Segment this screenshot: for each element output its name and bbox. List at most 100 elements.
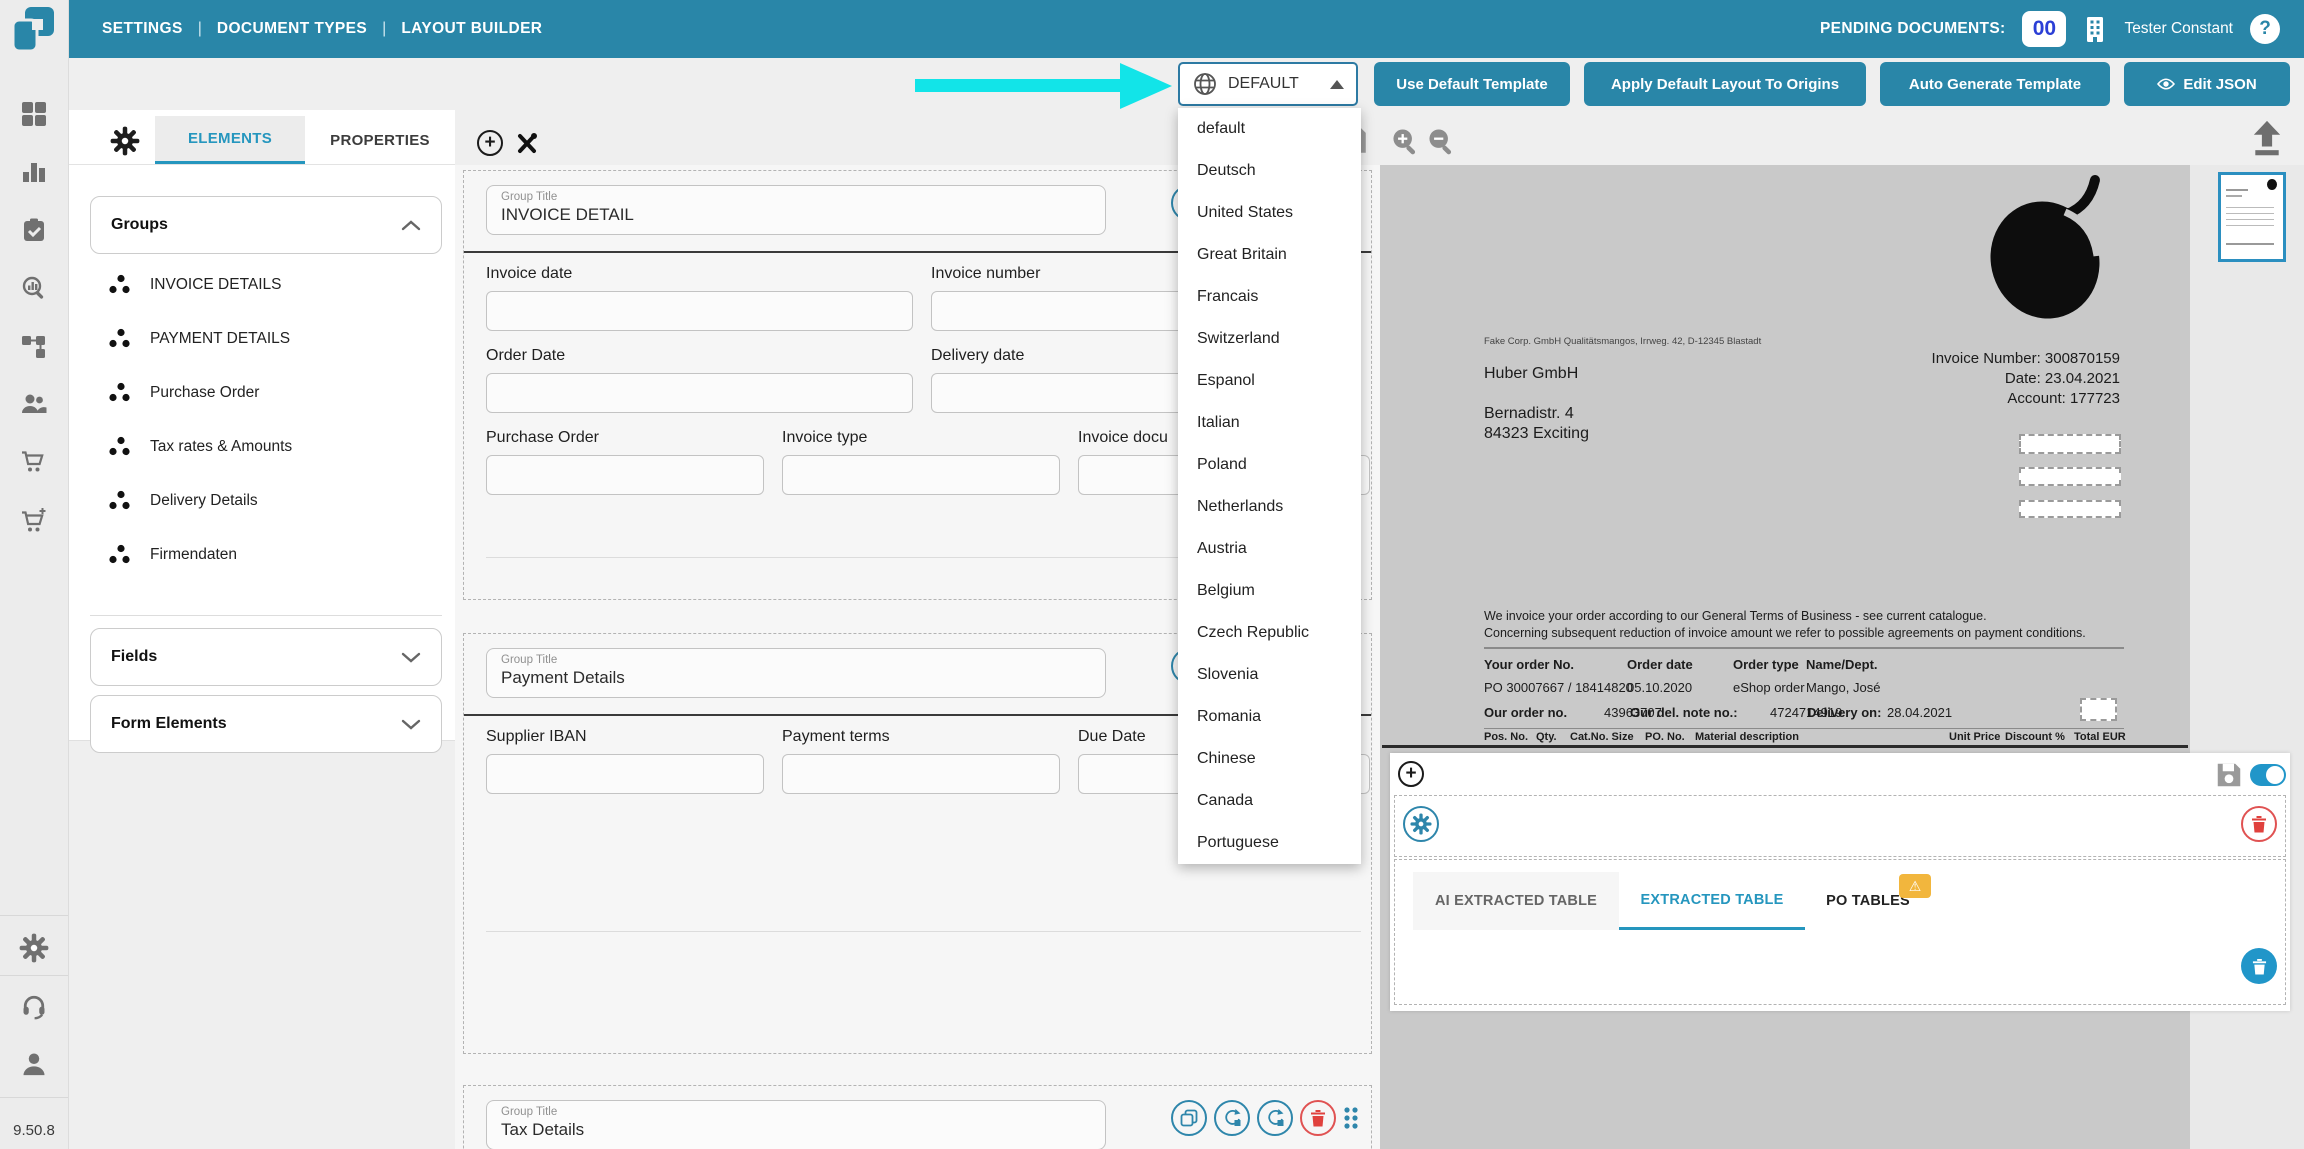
rail-item-support[interactable] — [0, 986, 68, 1026]
doc-order-value: eShop order — [1733, 680, 1805, 695]
user-name[interactable]: Tester Constant — [2124, 20, 2233, 38]
delete-table-button[interactable] — [2241, 806, 2277, 842]
pending-documents-count: 00 — [2022, 11, 2066, 47]
rail-item-settings[interactable] — [0, 928, 68, 968]
add-table-icon[interactable]: + — [1398, 761, 1424, 787]
building-icon[interactable] — [2083, 14, 2107, 44]
language-option-romania[interactable]: Romania — [1178, 696, 1361, 738]
zoom-in-icon[interactable] — [1390, 126, 1420, 156]
language-option-italian[interactable]: Italian — [1178, 402, 1361, 444]
rail-divider — [0, 915, 68, 916]
sync-group-button[interactable] — [1214, 1100, 1250, 1136]
zoom-out-icon[interactable] — [1426, 126, 1456, 156]
nav-item-settings[interactable]: SETTINGS — [102, 20, 183, 38]
users-icon — [20, 391, 48, 417]
language-selector[interactable]: DEFAULT — [1178, 62, 1358, 106]
group-item-payment-details[interactable]: PAYMENT DETAILS — [108, 312, 438, 366]
accordion-form-elements[interactable]: Form Elements — [90, 695, 442, 753]
header-right: PENDING DOCUMENTS: 00 Tester Constant ? — [1820, 11, 2280, 47]
table-enabled-toggle[interactable] — [2250, 764, 2286, 786]
app-logo[interactable] — [12, 7, 56, 58]
language-option-czech-republic[interactable]: Czech Republic — [1178, 612, 1361, 654]
add-group-icon[interactable]: + — [477, 130, 503, 156]
field-input[interactable] — [782, 455, 1060, 495]
field-input[interactable] — [486, 291, 913, 331]
group-title-input[interactable]: Group TitleINVOICE DETAIL — [486, 185, 1106, 235]
language-option-espanol[interactable]: Espanol — [1178, 360, 1361, 402]
table-tab-ai-extracted-table[interactable]: AI EXTRACTED TABLE — [1413, 872, 1619, 930]
language-option-chinese[interactable]: Chinese — [1178, 738, 1361, 780]
tab-elements[interactable]: ELEMENTS — [155, 116, 305, 164]
field-input[interactable] — [486, 754, 764, 794]
rail-item-bar-chart[interactable] — [0, 152, 68, 192]
language-option-deutsch[interactable]: Deutsch — [1178, 150, 1361, 192]
language-option-great-britain[interactable]: Great Britain — [1178, 234, 1361, 276]
action-button-auto-generate-template[interactable]: Auto Generate Template — [1880, 62, 2110, 106]
language-option-slovenia[interactable]: Slovenia — [1178, 654, 1361, 696]
upload-document-icon[interactable] — [2248, 118, 2286, 156]
table-settings-gear-button[interactable] — [1403, 806, 1439, 842]
rail-divider — [0, 1097, 68, 1098]
field-input[interactable] — [782, 754, 1060, 794]
gear-icon — [110, 126, 140, 156]
language-option-united-states[interactable]: United States — [1178, 192, 1361, 234]
rail-item-profile[interactable] — [0, 1044, 68, 1084]
delete-group-button[interactable] — [1300, 1100, 1336, 1136]
delete-rows-button[interactable] — [2241, 948, 2277, 984]
tab-properties[interactable]: PROPERTIES — [305, 116, 455, 164]
drag-handle-icon[interactable] — [1343, 1106, 1359, 1130]
group-item-label: PAYMENT DETAILS — [150, 330, 290, 348]
table-tab-extracted-table[interactable]: EXTRACTED TABLE — [1619, 872, 1805, 930]
group-item-purchase-order[interactable]: Purchase Order — [108, 366, 438, 420]
action-button-label: Apply Default Layout To Origins — [1611, 76, 1839, 93]
group-item-invoice-details[interactable]: INVOICE DETAILS — [108, 258, 438, 312]
field-input[interactable] — [486, 455, 764, 495]
language-option-canada[interactable]: Canada — [1178, 780, 1361, 822]
action-button-apply-default-layout-to-origins[interactable]: Apply Default Layout To Origins — [1584, 62, 1866, 106]
rail-item-tasks[interactable] — [0, 210, 68, 250]
language-option-portuguese[interactable]: Portuguese — [1178, 822, 1361, 864]
group-item-delivery-details[interactable]: Delivery Details — [108, 474, 438, 528]
language-option-default[interactable]: default — [1178, 108, 1361, 150]
group-item-label: Tax rates & Amounts — [150, 438, 292, 456]
nav-separator: | — [198, 20, 202, 38]
help-icon[interactable]: ? — [2250, 14, 2280, 44]
group-item-tax-rates-amounts[interactable]: Tax rates & Amounts — [108, 420, 438, 474]
groups-accordion[interactable]: Groups — [90, 196, 442, 254]
field-input[interactable] — [486, 373, 913, 413]
accordion-fields[interactable]: Fields — [90, 628, 442, 686]
group-title-value: Payment Details — [501, 668, 1091, 688]
doc-meta-line: Account: 177723 — [1820, 389, 2120, 409]
language-option-netherlands[interactable]: Netherlands — [1178, 486, 1361, 528]
rail-item-workflow[interactable] — [0, 326, 68, 366]
save-table-icon[interactable] — [2214, 760, 2244, 790]
group-item-firmendaten[interactable]: Firmendaten — [108, 528, 438, 582]
group-title-label: Group Title — [501, 654, 1091, 666]
build-tools-icon[interactable] — [514, 130, 540, 156]
copy-group-button[interactable] — [1171, 1100, 1207, 1136]
language-option-switzerland[interactable]: Switzerland — [1178, 318, 1361, 360]
rail-item-cart[interactable] — [0, 442, 68, 482]
action-button-edit-json[interactable]: Edit JSON — [2124, 62, 2290, 106]
rail-item-search-analytics[interactable] — [0, 268, 68, 308]
language-option-poland[interactable]: Poland — [1178, 444, 1361, 486]
group-title-input[interactable]: Group TitleTax Details — [486, 1100, 1106, 1149]
rail-item-cart-add[interactable] — [0, 500, 68, 540]
language-option-belgium[interactable]: Belgium — [1178, 570, 1361, 612]
language-option-austria[interactable]: Austria — [1178, 528, 1361, 570]
page-thumbnail[interactable] — [2218, 172, 2286, 262]
panel-settings-gear-icon[interactable] — [110, 126, 140, 156]
sync-layout-button[interactable] — [1257, 1100, 1293, 1136]
field-invoice-date: Invoice date — [486, 265, 913, 331]
language-option-francais[interactable]: Francais — [1178, 276, 1361, 318]
group-title-input[interactable]: Group Title Payment Details — [486, 648, 1106, 698]
nav-item-layout-builder[interactable]: LAYOUT BUILDER — [401, 20, 542, 38]
rail-item-dashboard[interactable] — [0, 94, 68, 134]
nav-item-document-types[interactable]: DOCUMENT TYPES — [217, 20, 367, 38]
rail-item-users[interactable] — [0, 384, 68, 424]
doc-items-header: Cat.No. Size — [1570, 731, 1634, 743]
action-button-use-default-template[interactable]: Use Default Template — [1374, 62, 1570, 106]
field-label: Invoice date — [486, 265, 913, 283]
group-dots-icon — [108, 328, 132, 350]
field-label: Purchase Order — [486, 429, 764, 447]
